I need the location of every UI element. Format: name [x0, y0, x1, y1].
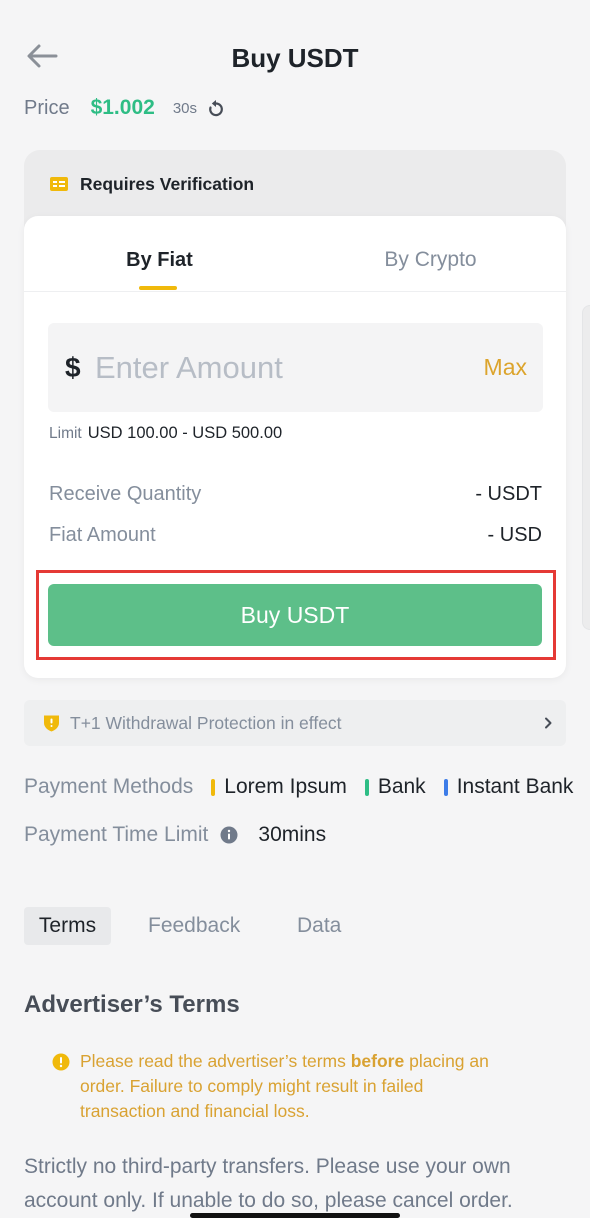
tab-divider [24, 291, 566, 292]
payment-method-tag: Lorem Ipsum [211, 775, 347, 799]
adjacent-card-edge [582, 305, 590, 630]
fiat-amount-label: Fiat Amount [49, 523, 156, 546]
shield-icon [43, 714, 60, 732]
price-row: Price $1.002 30s [24, 94, 225, 122]
tab-by-crypto[interactable]: By Crypto [295, 246, 566, 274]
chevron-right-icon [544, 717, 552, 729]
limit-value: USD 100.00 - USD 500.00 [87, 424, 283, 442]
fiat-amount-row: Fiat Amount - USD [49, 521, 542, 549]
fiat-amount-value: - USD [487, 523, 542, 546]
tab-by-fiat[interactable]: By Fiat [24, 246, 295, 274]
method-color-bar [211, 778, 216, 796]
payment-methods-label: Payment Methods [24, 775, 194, 798]
tab-terms[interactable]: Terms [24, 907, 111, 945]
notice-text-bold: before [350, 1051, 405, 1071]
verification-label: Requires Verification [80, 174, 255, 194]
payment-time-limit-row: Payment Time Limit 30mins [24, 820, 326, 850]
advertiser-terms-heading: Advertiser’s Terms [24, 991, 240, 1018]
payment-method-name: Bank [377, 775, 426, 798]
refresh-button[interactable] [207, 99, 225, 117]
receive-quantity-label: Receive Quantity [49, 482, 202, 505]
withdrawal-protection-text: T+1 Withdrawal Protection in effect [70, 713, 342, 733]
terms-notice: Please read the advertiser’s terms befor… [80, 1049, 500, 1124]
currency-symbol: $ [65, 352, 81, 383]
trade-form-card: By Fiat By Crypto $ Max Limit USD 100.00 … [24, 216, 566, 678]
active-tab-indicator [139, 286, 177, 290]
withdrawal-protection-row[interactable]: T+1 Withdrawal Protection in effect [24, 700, 566, 746]
buy-usdt-button[interactable]: Buy USDT [48, 584, 542, 646]
payment-method-tag: Instant Bank [443, 775, 590, 799]
payment-method-tag: Bank [364, 775, 426, 799]
price-label: Price [24, 96, 70, 119]
price-value: $1.002 [90, 96, 155, 119]
amount-field[interactable]: $ Max [48, 323, 543, 412]
advertiser-terms-body: Strictly no third-party transfers. Pleas… [24, 1155, 513, 1212]
price-countdown: 30s [172, 99, 197, 117]
payment-time-limit-label: Payment Time Limit [24, 823, 209, 846]
limit-row: Limit USD 100.00 - USD 500.00 [49, 422, 282, 445]
home-indicator [190, 1213, 400, 1218]
refresh-icon [209, 100, 223, 117]
amount-input[interactable] [95, 345, 465, 390]
info-icon[interactable] [220, 826, 238, 844]
max-button[interactable]: Max [484, 323, 527, 412]
payment-time-limit-value: 30mins [258, 823, 327, 846]
id-card-icon [50, 177, 68, 191]
method-color-bar [443, 778, 448, 796]
exclamation-circle-icon [52, 1053, 70, 1071]
method-color-bar [364, 778, 369, 796]
tab-feedback[interactable]: Feedback [148, 907, 240, 945]
receive-quantity-value: - USDT [475, 482, 542, 505]
payment-methods-row: Payment Methods Lorem Ipsum Bank Instant… [24, 772, 590, 802]
tab-data[interactable]: Data [297, 907, 341, 945]
limit-label: Limit [49, 425, 82, 442]
page-title: Buy USDT [231, 43, 359, 73]
receive-quantity-row: Receive Quantity - USDT [49, 480, 542, 508]
payment-method-name: Instant Bank [456, 775, 574, 798]
payment-method-name: Lorem Ipsum [224, 775, 347, 798]
notice-text-start: Please read the advertiser’s terms [80, 1051, 351, 1071]
